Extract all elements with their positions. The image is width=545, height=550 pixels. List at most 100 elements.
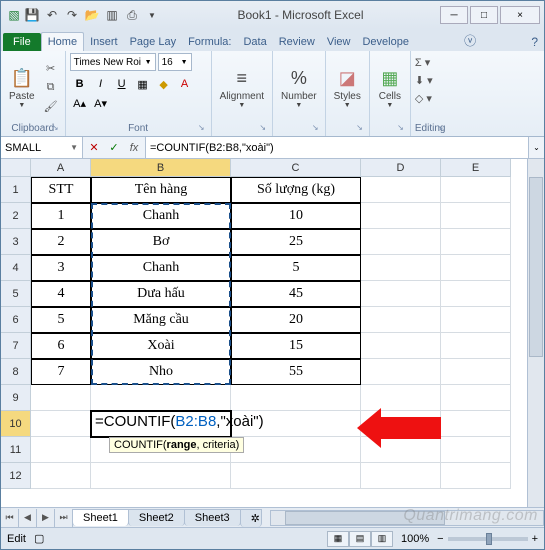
zoom-in-button[interactable]: + [532,533,538,545]
column-header-B[interactable]: B [91,159,231,177]
tab-data[interactable]: Data [237,33,272,51]
row-header-1[interactable]: 1 [1,177,31,203]
cell-A12[interactable] [31,463,91,489]
border-button[interactable]: ▦ [133,75,153,93]
sheet-nav-next-icon[interactable]: ▶ [37,509,55,527]
cell-B3[interactable]: Bơ [91,229,231,255]
cell-E5[interactable] [441,281,511,307]
tab-view[interactable]: View [321,33,357,51]
grow-font-button[interactable]: A▴ [70,94,90,112]
tab-file[interactable]: File [3,33,41,51]
cell-E10[interactable] [441,411,511,437]
new-sheet-button[interactable]: ✲ [240,509,262,527]
worksheet-grid[interactable]: ABCDE 123456789101112 STTTên hàngSố lượn… [1,159,544,507]
cancel-formula-icon[interactable]: ✕ [85,140,103,156]
cell-E12[interactable] [441,463,511,489]
cell-E1[interactable] [441,177,511,203]
sheet-tab-2[interactable]: Sheet2 [128,509,185,526]
name-box[interactable]: SMALL▼ [1,137,83,158]
macro-record-icon[interactable]: ▢ [34,532,44,545]
formula-input[interactable]: =COUNTIF(B2:B8,"xoài") [145,137,528,158]
cell-B9[interactable] [91,385,231,411]
save-icon[interactable]: 💾 [23,6,41,24]
in-cell-formula[interactable]: =COUNTIF(B2:B8,"xoài") [95,413,264,431]
cell-C11[interactable] [231,437,361,463]
cell-A7[interactable]: 6 [31,333,91,359]
row-header-3[interactable]: 3 [1,229,31,255]
cell-D7[interactable] [361,333,441,359]
cell-B4[interactable]: Chanh [91,255,231,281]
horizontal-scrollbar-thumb[interactable] [285,511,445,525]
row-header-4[interactable]: 4 [1,255,31,281]
row-header-12[interactable]: 12 [1,463,31,489]
cell-A1[interactable]: STT [31,177,91,203]
sheet-nav-last-icon[interactable]: ⏭ [55,509,73,527]
font-color-button[interactable]: A [175,75,195,93]
cell-C3[interactable]: 25 [231,229,361,255]
fill-color-button[interactable]: ◆ [154,75,174,93]
enter-formula-icon[interactable]: ✓ [105,140,123,156]
cell-C4[interactable]: 5 [231,255,361,281]
undo-icon[interactable]: ↶ [43,6,61,24]
styles-button[interactable]: ◪ Styles ▼ [330,65,365,111]
maximize-button[interactable]: □ [470,6,498,24]
page-break-view-button[interactable]: ▥ [371,531,393,547]
cell-B8[interactable]: Nho [91,359,231,385]
tab-formulas[interactable]: Formula: [182,33,237,51]
copy-icon[interactable]: ⧉ [41,79,61,97]
vertical-scrollbar-thumb[interactable] [529,177,543,357]
cell-D1[interactable] [361,177,441,203]
cell-D3[interactable] [361,229,441,255]
sheet-nav-first-icon[interactable]: ⏮ [1,509,19,527]
alignment-button[interactable]: ≡ Alignment ▼ [216,65,268,111]
cell-C5[interactable]: 45 [231,281,361,307]
tab-insert[interactable]: Insert [84,33,124,51]
open-icon[interactable]: 📂 [83,6,101,24]
cell-C6[interactable]: 20 [231,307,361,333]
cell-C8[interactable]: 55 [231,359,361,385]
bold-button[interactable]: B [70,75,90,93]
cell-C9[interactable] [231,385,361,411]
cell-C2[interactable]: 10 [231,203,361,229]
row-header-5[interactable]: 5 [1,281,31,307]
fx-icon[interactable]: fx [125,140,143,156]
cell-A10[interactable] [31,411,91,437]
row-header-7[interactable]: 7 [1,333,31,359]
shrink-font-button[interactable]: A▾ [91,94,111,112]
select-all-corner[interactable] [1,159,31,177]
zoom-out-button[interactable]: − [437,533,443,545]
column-header-D[interactable]: D [361,159,441,177]
zoom-level[interactable]: 100% [401,533,429,545]
tab-developer[interactable]: Develope [356,33,414,51]
row-header-2[interactable]: 2 [1,203,31,229]
number-button[interactable]: % Number ▼ [277,65,321,111]
print-icon[interactable]: ⎙ [123,6,141,24]
cell-B12[interactable] [91,463,231,489]
cell-E4[interactable] [441,255,511,281]
cell-B6[interactable]: Măng cầu [91,307,231,333]
new-icon[interactable]: ▥ [103,6,121,24]
cell-D8[interactable] [361,359,441,385]
font-name-select[interactable]: Times New Roi▼ [70,53,156,71]
cell-A2[interactable]: 1 [31,203,91,229]
column-header-A[interactable]: A [31,159,91,177]
cell-D12[interactable] [361,463,441,489]
close-button[interactable]: × [500,6,540,24]
redo-icon[interactable]: ↷ [63,6,81,24]
cell-E6[interactable] [441,307,511,333]
help-icon[interactable]: ? [525,33,544,51]
minimize-button[interactable]: ─ [440,6,468,24]
sheet-tab-1[interactable]: Sheet1 [72,509,129,526]
cell-A8[interactable]: 7 [31,359,91,385]
zoom-slider[interactable] [448,537,528,541]
cell-A9[interactable] [31,385,91,411]
cell-E3[interactable] [441,229,511,255]
cell-E8[interactable] [441,359,511,385]
column-header-E[interactable]: E [441,159,511,177]
cell-E7[interactable] [441,333,511,359]
cells-button[interactable]: ▦ Cells ▼ [374,65,406,111]
normal-view-button[interactable]: ▦ [327,531,349,547]
format-painter-icon[interactable]: 🖌 [41,98,61,116]
page-layout-view-button[interactable]: ▤ [349,531,371,547]
vertical-scrollbar[interactable] [527,159,544,507]
